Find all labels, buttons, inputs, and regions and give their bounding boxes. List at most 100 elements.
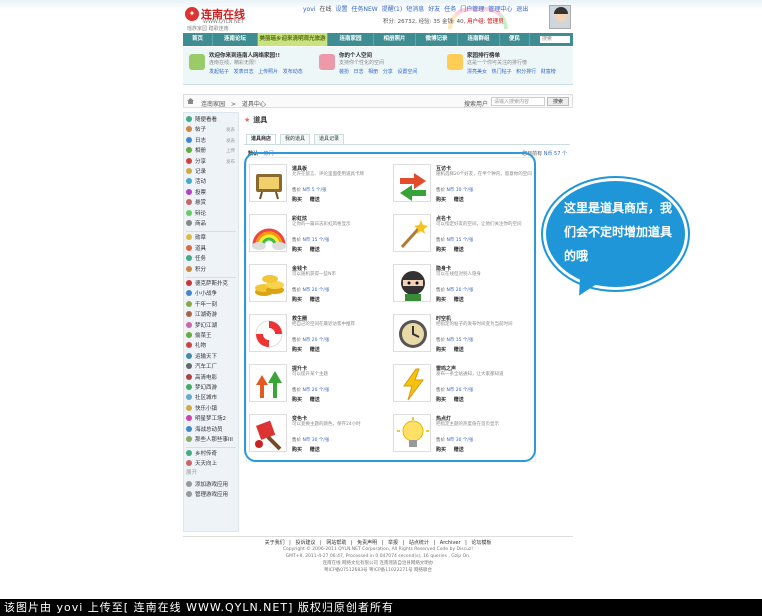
sidebar-item-label: 天天向上	[195, 460, 218, 467]
settings-link[interactable]: 设置	[335, 6, 347, 13]
item-tabs: 道具商店 我的道具 道具记录	[246, 134, 348, 144]
sidebar-item[interactable]: 梦幻江湖	[186, 321, 217, 331]
nav-groups[interactable]: 连南群组	[458, 33, 500, 46]
sidebar-item-label: 江湖奇游	[195, 312, 218, 319]
sidebar-app-icon	[186, 136, 192, 143]
sidebar-item[interactable]: 日志 发表	[186, 136, 235, 146]
footer-links[interactable]: 关于我们 | 投诉建议 | 网站帮助 | 免责声明 | 举报 | 站点统计 | …	[183, 539, 573, 546]
sidebar-item[interactable]: 随便看看	[186, 116, 217, 125]
user-search-button[interactable]: 搜索	[547, 97, 569, 106]
breadcrumb[interactable]: 连南家园 > 道具中心	[201, 99, 266, 108]
sidebar-app-icon	[186, 209, 192, 216]
sidebar-item-label: 小小战争	[195, 291, 218, 298]
tab-shop[interactable]: 道具商店	[246, 134, 277, 144]
sidebar-item[interactable]: 任务	[186, 255, 206, 264]
username-link[interactable]: yovi	[303, 6, 315, 13]
sidebar-item-action[interactable]: 发布	[226, 158, 235, 167]
sidebar-item-label: 礼物	[195, 343, 207, 350]
sidebar-item[interactable]: 悬赏	[186, 199, 206, 208]
sidebar-item[interactable]: 记录	[186, 168, 206, 177]
sidebar-item[interactable]: 帖子 发表	[186, 126, 235, 135]
highlight-outline	[244, 152, 536, 462]
nav-home-space[interactable]: 连南家园	[328, 33, 374, 46]
site-header: ✦ 连南在线 WWW.QYLN.NET 瑶族家园 踏歌连南 yovi 在线 设置 任务…	[183, 3, 573, 33]
nav-home[interactable]: 首页	[183, 33, 213, 46]
sidebar-item[interactable]: 汽车工厂	[186, 363, 217, 372]
nav-weibo[interactable]: 微博记录	[416, 33, 458, 46]
nav-forum[interactable]: 连南论坛	[213, 33, 258, 46]
sidebar-item[interactable]: 江湖奇游	[186, 311, 217, 320]
sidebar-item[interactable]: 运输天下	[186, 352, 217, 362]
sidebar-item-label: 活动	[195, 179, 207, 186]
star-icon: ★	[244, 116, 251, 124]
sidebar-app-icon	[186, 415, 192, 422]
sidebar-item[interactable]: 高清电影	[186, 373, 217, 383]
sidebar-item[interactable]: 明星梦工场2	[186, 415, 226, 424]
sidebar-item[interactable]: 梦幻西游	[186, 384, 217, 393]
friends-link[interactable]: 好友	[428, 6, 440, 13]
sidebar-item-action[interactable]: 上传	[226, 147, 235, 156]
notice-link[interactable]: 提醒(1)	[382, 6, 403, 13]
sidebar-item[interactable]: 投票	[186, 188, 207, 198]
home-icon[interactable]	[187, 98, 194, 104]
task-link[interactable]: 任务NEW	[351, 6, 377, 13]
sidebar-divider	[186, 447, 236, 449]
sidebar-item-action[interactable]: 发表	[226, 126, 235, 135]
sidebar-item[interactable]: 相册 上传	[186, 147, 235, 156]
sidebar-item[interactable]: 礼物	[186, 342, 206, 351]
messages-link[interactable]: 短消息	[406, 6, 424, 13]
sidebar-item-action[interactable]: 发表	[226, 137, 235, 146]
nav-search-input[interactable]: 搜索	[540, 36, 570, 43]
sidebar-item[interactable]: 辩论	[186, 209, 206, 219]
promo-links[interactable]: 发起帖子 发表日志 上传照片 发布动态	[209, 68, 303, 75]
logout-link[interactable]: 退出	[516, 6, 528, 13]
sidebar-app-icon	[186, 311, 192, 318]
sidebar-item-label: 投票	[195, 189, 207, 196]
admin-center-link[interactable]: 管理中心	[488, 6, 512, 13]
sidebar-app-icon	[186, 147, 192, 154]
sidebar-item[interactable]: 添加游戏应用	[186, 481, 228, 490]
site-logo[interactable]: ✦ 连南在线 WWW.QYLN.NET 瑶族家园 踏歌连南	[183, 5, 253, 32]
credits-value[interactable]: 积分: 26732	[383, 19, 415, 25]
breadcrumb-bar: 连南家园 > 道具中心 搜索用户 请输入搜索内容 搜索	[183, 94, 573, 108]
sidebar-item[interactable]: 乡村传奇	[186, 450, 217, 459]
tasks-link[interactable]: 任务	[444, 6, 456, 13]
sidebar-app-icon	[186, 290, 192, 297]
user-search-input[interactable]: 请输入搜索内容	[491, 97, 545, 106]
sidebar-item[interactable]: 商品	[186, 220, 206, 229]
sidebar-divider	[186, 277, 236, 278]
page-title: ★ 道具	[244, 115, 267, 125]
tab-records[interactable]: 道具记录	[314, 134, 345, 144]
sidebar-app-icon	[186, 244, 192, 251]
sidebar-item[interactable]: 天天向上	[186, 459, 218, 469]
portal-admin-link[interactable]: 门户管理	[460, 6, 484, 13]
sidebar-item[interactable]: 偷菜王	[186, 332, 212, 341]
promo-bar: 欢迎你来到连南人网络家园!! 连南在线，精彩无限! 发起帖子 发表日志 上传照片…	[183, 47, 573, 85]
sidebar-item[interactable]: 分享 发布	[186, 157, 235, 167]
sidebar-item[interactable]: 管理游戏应用	[186, 490, 228, 500]
sidebar-item[interactable]: 勋章	[186, 234, 206, 243]
nav-services[interactable]: 便民	[500, 33, 530, 46]
user-avatar[interactable]	[549, 5, 571, 29]
footer-icp[interactable]: 粤ICP备07512683号 粤ICP备11022271号 网络联合	[183, 567, 573, 574]
nav-event-banner[interactable]: 美丽瑶乡迎来清明观光旅游	[258, 33, 328, 46]
avatar-hair	[554, 7, 568, 14]
tab-my-items[interactable]: 我的道具	[280, 134, 311, 144]
sidebar-expand[interactable]: 展开	[186, 469, 197, 478]
promo-links[interactable]: 漂亮美女 热门帖子 积分排行 财富榜	[467, 68, 556, 75]
app-sidebar: 随便看看 帖子 发表 日志 发表 相册 上传 分享 发布 记录活动投票悬赏 辩论 商品勋章 道具 任务 积分…	[183, 112, 239, 532]
sidebar-item[interactable]: 快乐小镇	[186, 404, 217, 414]
sidebar-item[interactable]: 小小战争	[186, 290, 217, 299]
sidebar-item[interactable]: 道具	[186, 244, 206, 254]
sidebar-item[interactable]: 积分	[186, 265, 206, 275]
sidebar-item[interactable]: 活动	[186, 178, 206, 187]
sidebar-app-icon	[186, 373, 192, 380]
sidebar-item[interactable]: 德克萨斯扑克	[186, 280, 228, 289]
sidebar-app-icon	[186, 490, 192, 497]
sidebar-item[interactable]: 那些人那些事III	[186, 436, 233, 445]
sidebar-item[interactable]: 千年一刻	[186, 300, 217, 310]
nav-album[interactable]: 相册照片	[374, 33, 416, 46]
promo-links[interactable]: 装扮 日志 相册 分享 设置空间	[339, 68, 417, 75]
sidebar-item[interactable]: 海战总动员	[186, 425, 223, 435]
sidebar-item[interactable]: 社区城市	[186, 394, 217, 403]
